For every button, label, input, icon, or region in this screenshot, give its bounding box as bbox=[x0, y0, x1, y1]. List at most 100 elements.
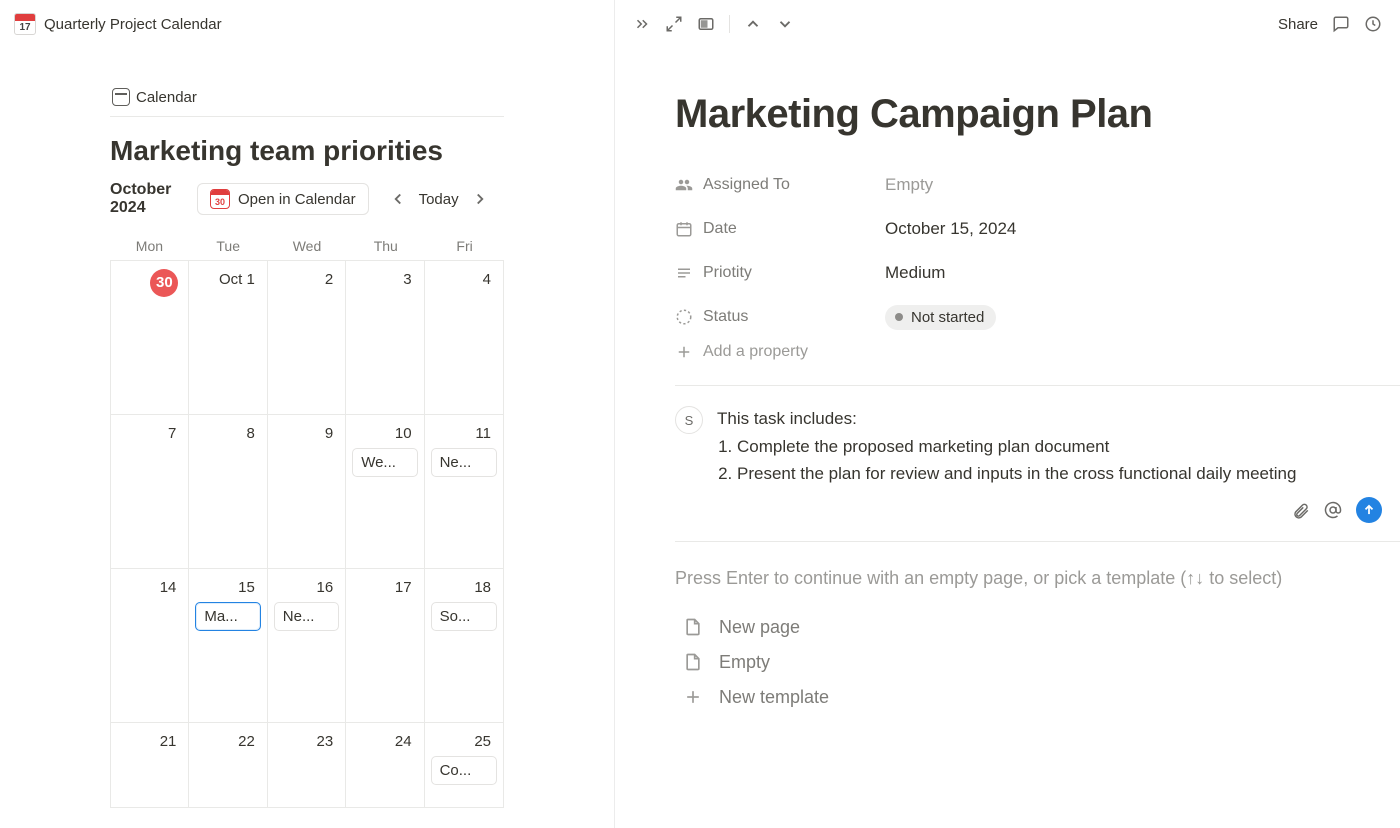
calendar-cell[interactable]: 10We... bbox=[346, 415, 424, 569]
calendar-cell[interactable]: 21 bbox=[111, 723, 189, 807]
property-assigned-to[interactable]: Assigned To Empty bbox=[675, 163, 1400, 207]
next-record-button[interactable] bbox=[776, 15, 794, 33]
send-button[interactable] bbox=[1356, 497, 1382, 523]
property-label: Date bbox=[703, 220, 737, 238]
open-as-page-icon[interactable] bbox=[665, 15, 683, 33]
calendar-event[interactable]: Ne... bbox=[431, 448, 497, 477]
calendar-cell[interactable]: 25 Co... bbox=[425, 723, 503, 807]
today-button[interactable]: Today bbox=[419, 191, 459, 208]
property-priority[interactable]: Priotity Medium bbox=[675, 251, 1400, 295]
calendar-cell[interactable]: 17 bbox=[346, 569, 424, 723]
day-number: 15 bbox=[195, 575, 260, 596]
month-label: October 2024 bbox=[110, 181, 185, 218]
day-number: 4 bbox=[431, 267, 497, 288]
calendar-cell[interactable]: 22 bbox=[189, 723, 267, 807]
calendar-event[interactable]: Ma... bbox=[195, 602, 260, 631]
today-indicator: 30 bbox=[150, 269, 178, 297]
avatar: S bbox=[675, 406, 703, 434]
property-status[interactable]: Status Not started bbox=[675, 295, 1400, 339]
day-number: 21 bbox=[117, 729, 182, 750]
comment-list-item: Present the plan for review and inputs i… bbox=[737, 461, 1382, 487]
property-value[interactable]: Not started bbox=[885, 305, 996, 330]
updates-icon[interactable] bbox=[1364, 15, 1382, 33]
comment-intro: This task includes: bbox=[717, 406, 1382, 432]
template-label: Empty bbox=[719, 652, 770, 673]
people-icon bbox=[675, 176, 693, 194]
template-new-template[interactable]: New template bbox=[683, 687, 1400, 708]
day-number: 17 bbox=[352, 575, 417, 596]
expand-icon[interactable] bbox=[633, 15, 651, 33]
calendar-event[interactable]: We... bbox=[352, 448, 417, 477]
status-icon bbox=[675, 308, 693, 326]
calendar-cell[interactable]: 16Ne... bbox=[268, 569, 346, 723]
next-month-button[interactable] bbox=[471, 190, 489, 208]
template-empty[interactable]: Empty bbox=[683, 652, 1400, 673]
calendar-cell[interactable]: 23 bbox=[268, 723, 346, 807]
template-label: New page bbox=[719, 617, 800, 638]
status-badge: Not started bbox=[885, 305, 996, 330]
calendar-date-icon: 30 bbox=[210, 189, 230, 209]
weekday-header: Wed bbox=[268, 238, 347, 254]
add-property-label: Add a property bbox=[703, 343, 808, 361]
property-value[interactable]: October 15, 2024 bbox=[885, 219, 1016, 239]
calendar-cell[interactable]: 15 Ma... bbox=[189, 569, 267, 723]
calendar-cell[interactable]: 14 bbox=[111, 569, 189, 723]
calendar-cell[interactable]: 9 bbox=[268, 415, 346, 569]
calendar-event[interactable]: Ne... bbox=[274, 602, 339, 631]
calendar-icon bbox=[112, 88, 130, 106]
weekday-header: Tue bbox=[189, 238, 268, 254]
prev-record-button[interactable] bbox=[744, 15, 762, 33]
empty-page-placeholder[interactable]: Press Enter to continue with an empty pa… bbox=[615, 542, 1400, 593]
day-number: 9 bbox=[274, 421, 339, 442]
prev-month-button[interactable] bbox=[389, 190, 407, 208]
comment-input[interactable]: This task includes: Complete the propose… bbox=[717, 406, 1382, 487]
share-button[interactable]: Share bbox=[1278, 16, 1318, 33]
calendar-cell[interactable]: 4 bbox=[425, 261, 503, 415]
property-value[interactable]: Empty bbox=[885, 175, 933, 195]
calendar-cell[interactable]: 30 bbox=[111, 261, 189, 415]
calendar-cell[interactable]: 24 bbox=[346, 723, 424, 807]
day-number: 25 bbox=[431, 729, 497, 750]
view-tab-label: Calendar bbox=[136, 89, 197, 106]
calendar-emoji-icon: 17 bbox=[14, 13, 36, 35]
calendar-cell[interactable]: 18 So... bbox=[425, 569, 503, 723]
template-label: New template bbox=[719, 687, 829, 708]
attach-icon[interactable] bbox=[1292, 501, 1310, 519]
day-number: Oct 1 bbox=[195, 267, 260, 288]
calendar-cell[interactable]: 11Ne... bbox=[425, 415, 503, 569]
calendar-cell[interactable]: 2 bbox=[268, 261, 346, 415]
view-tab-calendar[interactable]: Calendar bbox=[110, 84, 199, 110]
comment-list-item: Complete the proposed marketing plan doc… bbox=[737, 434, 1382, 460]
text-lines-icon bbox=[675, 264, 693, 282]
plus-icon bbox=[683, 687, 703, 707]
database-title[interactable]: Marketing team priorities bbox=[110, 135, 504, 167]
breadcrumb-title[interactable]: Quarterly Project Calendar bbox=[44, 16, 222, 33]
calendar-cell[interactable]: 7 bbox=[111, 415, 189, 569]
calendar-cell[interactable]: 3 bbox=[346, 261, 424, 415]
calendar-event[interactable]: Co... bbox=[431, 756, 497, 785]
property-date[interactable]: Date October 15, 2024 bbox=[675, 207, 1400, 251]
comments-icon[interactable] bbox=[1332, 15, 1350, 33]
template-new-page[interactable]: New page bbox=[683, 617, 1400, 638]
mention-icon[interactable] bbox=[1324, 501, 1342, 519]
weekday-header: Fri bbox=[425, 238, 504, 254]
day-number: 18 bbox=[431, 575, 497, 596]
page-icon bbox=[683, 617, 703, 637]
property-value[interactable]: Medium bbox=[885, 263, 945, 283]
peek-mode-icon[interactable] bbox=[697, 15, 715, 33]
day-number: 22 bbox=[195, 729, 260, 750]
calendar-event[interactable]: So... bbox=[431, 602, 497, 631]
page-title[interactable]: Marketing Campaign Plan bbox=[615, 92, 1400, 137]
calendar-cell[interactable]: 8 bbox=[189, 415, 267, 569]
property-label: Status bbox=[703, 308, 748, 326]
day-number: 24 bbox=[352, 729, 417, 750]
day-number: 14 bbox=[117, 575, 182, 596]
property-label: Priotity bbox=[703, 264, 752, 282]
open-in-calendar-button[interactable]: 30 Open in Calendar bbox=[197, 183, 369, 215]
calendar-cell[interactable]: Oct 1 bbox=[189, 261, 267, 415]
page-icon bbox=[683, 652, 703, 672]
weekday-header: Mon bbox=[110, 238, 189, 254]
add-property-button[interactable]: Add a property bbox=[675, 343, 1400, 361]
open-in-calendar-label: Open in Calendar bbox=[238, 191, 356, 208]
day-number: 3 bbox=[352, 267, 417, 288]
